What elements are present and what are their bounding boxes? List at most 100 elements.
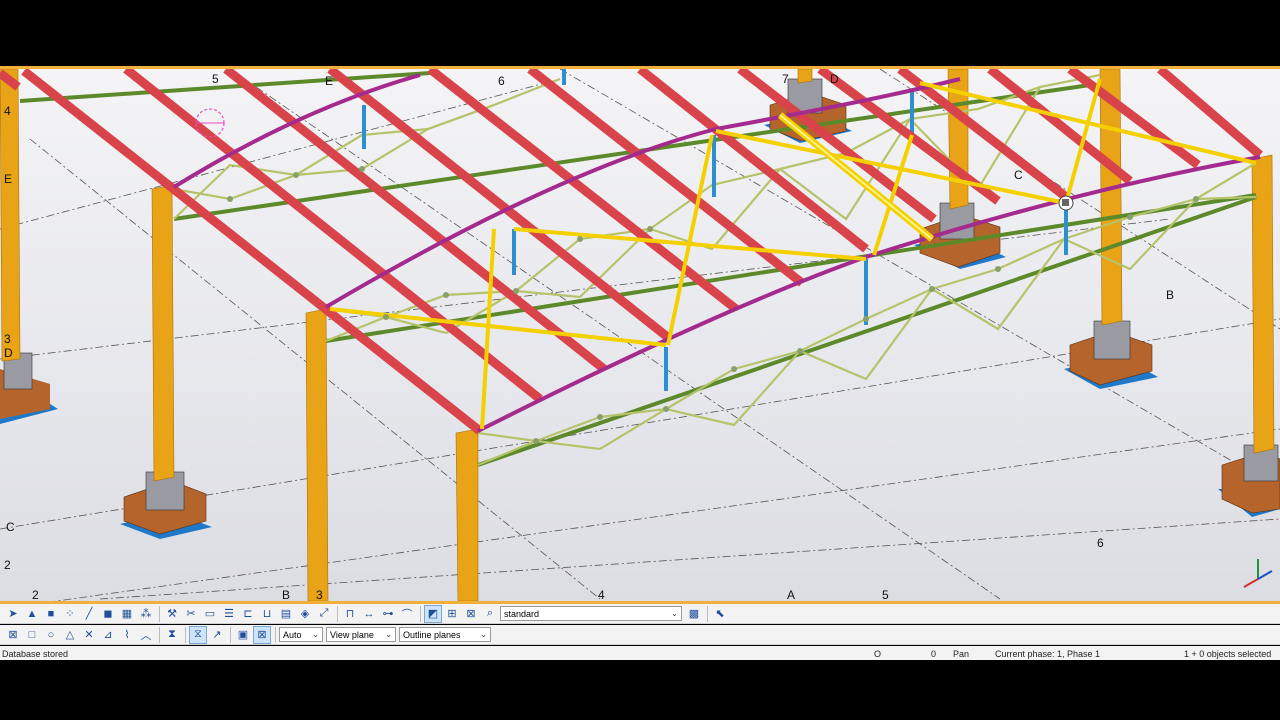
separator [185,626,186,643]
select-pointer-icon[interactable]: ⬉ [711,605,729,623]
snap-line-icon[interactable]: ⊶ [379,605,397,623]
status-selection: 1 + 0 objects selected [1184,649,1272,659]
snap-free-icon[interactable]: ↗ [208,626,226,644]
status-coord-label: O [874,649,882,659]
grid-label: 5 [882,588,889,601]
snap-depth-select[interactable]: Auto ⌄ [279,627,323,642]
grid-label: 3 [4,332,11,346]
snap-wave-icon[interactable]: ︿ [137,626,155,644]
separator [420,605,421,622]
object-handle[interactable] [1058,195,1074,211]
select-3d-icon[interactable]: ◼ [99,605,117,623]
separator [230,626,231,643]
select-layer-icon[interactable]: ◈ [296,605,314,623]
select-detail-icon[interactable]: ⊏ [239,605,257,623]
grid-label: D [830,72,839,86]
snap-triangle-icon[interactable]: △ [61,626,79,644]
chevron-down-icon: ⌄ [671,609,678,618]
phase-select-value: standard [504,608,540,619]
zoom-icon[interactable]: ⌕ [481,605,499,623]
footing-front-right [1064,320,1158,389]
top-black-bar [0,0,1280,64]
status-phase: Current phase: 1, Phase 1 [995,649,1101,659]
snap-circle-icon[interactable]: ○ [42,626,60,644]
status-mode: Pan [953,649,970,659]
select-points-icon[interactable]: ⁂ [137,605,155,623]
snap-toolbar: ⊠ □ ○ △ ✕ ⊿ ⌇ ︿ ⧗ ⧖ ↗ ▣ ⊠ Auto ⌄ View pl… [0,625,1280,645]
footing-right-edge [1218,444,1280,517]
status-message: Database stored [2,649,69,659]
selection-toolbar: ➤ ▲ ■ ⁘ ╱ ◼ ▦ ⁂ ⚒ ✂ ▭ ☰ ⊏ ⊔ ▤ ◈ ⤢ ⊓ ↔ ⊶ … [0,604,1280,624]
select-lines-icon[interactable]: ╱ [80,605,98,623]
grid-label: B [1166,288,1174,302]
tekla-window: 5 E 6 7 D 4 E 3 D C 2 2 B 3 4 A 5 C B 6 [0,0,1280,720]
select-component-icon[interactable]: ⤢ [315,605,333,623]
axis-triad-icon [1243,559,1273,588]
grid-label: 6 [498,74,505,88]
status-bar: Database stored O 0 Pan Current phase: 1… [0,646,1280,660]
status-coord-value: 0 [931,649,937,659]
grid-label: B [282,588,290,601]
snap-mid-icon[interactable]: ↔ [360,605,378,623]
grid-label: 4 [598,588,605,601]
separator [159,605,160,622]
snap-grid-icon[interactable]: ⊠ [462,605,480,623]
grid-label: C [1014,168,1023,182]
chevron-down-icon: ⌄ [312,630,319,639]
chevron-down-icon: ⌄ [385,630,392,639]
snap-x-icon[interactable]: ✕ [80,626,98,644]
select-bolt-icon[interactable]: ⚒ [163,605,181,623]
separator [275,626,276,643]
snap-nearest-icon[interactable]: ⊞ [443,605,461,623]
grid-label: 4 [4,104,11,118]
grid-label: 3 [316,588,323,601]
snap-end-icon[interactable]: ⊓ [341,605,359,623]
grid-label: D [4,346,13,360]
bottom-black-bar [0,660,1280,720]
select-cut-icon[interactable]: ⊔ [258,605,276,623]
model-canvas[interactable]: 5 E 6 7 D 4 E 3 D C 2 2 B 3 4 A 5 C B 6 [0,69,1280,601]
filter-icon[interactable]: ▩ [685,605,703,623]
snap-plane-icon[interactable]: ◩ [424,604,442,623]
plane-select-value: View plane [330,629,374,640]
footing-front-left [120,471,212,539]
snap-arc-icon[interactable]: ⌒ [398,605,416,623]
snap-geometry-icon[interactable]: ⊠ [253,625,271,644]
outline-planes-select[interactable]: Outline planes ⌄ [399,627,491,642]
separator [707,605,708,622]
snap-ref-icon[interactable]: ▣ [234,626,252,644]
footing-left-edge [0,352,58,424]
grid-label: 2 [32,588,39,601]
snap-x2-icon[interactable]: ⧖ [189,625,207,644]
grid-label: 7 [782,72,789,86]
select-grid-icon[interactable]: ⁘ [61,605,79,623]
plane-select[interactable]: View plane ⌄ [326,627,396,642]
grid-label: A [787,588,795,601]
snap-perpendicular-icon[interactable]: ⊿ [99,626,117,644]
separator [159,626,160,643]
select-mesh-icon[interactable]: ▦ [118,605,136,623]
select-weld-icon[interactable]: ✂ [182,605,200,623]
grid-label: C [6,520,15,534]
grid-label: 5 [212,72,219,86]
snap-intersection-icon[interactable]: ⌇ [118,626,136,644]
select-part-icon[interactable]: ▲ [23,605,41,623]
grid-label: E [325,74,333,88]
select-rect-icon[interactable]: ▭ [201,605,219,623]
select-assembly-icon[interactable]: ■ [42,605,60,623]
select-arrow-icon[interactable]: ➤ [4,605,22,623]
select-reference-icon[interactable]: ☰ [220,605,238,623]
snap-hourglass-icon[interactable]: ⧗ [163,626,181,644]
chevron-down-icon: ⌄ [480,630,487,639]
grid-label: 2 [4,558,11,572]
phase-select[interactable]: standard ⌄ [500,606,682,621]
outline-planes-value: Outline planes [403,629,461,640]
separator [337,605,338,622]
snap-depth-value: Auto [283,629,302,640]
grid-label: E [4,172,12,186]
snap-square-icon[interactable]: □ [23,626,41,644]
snap-cross-icon[interactable]: ⊠ [4,626,22,644]
grid-label: 6 [1097,536,1104,550]
select-surface-icon[interactable]: ▤ [277,605,295,623]
model-3d-viewport[interactable]: 5 E 6 7 D 4 E 3 D C 2 2 B 3 4 A 5 C B 6 [0,66,1280,604]
